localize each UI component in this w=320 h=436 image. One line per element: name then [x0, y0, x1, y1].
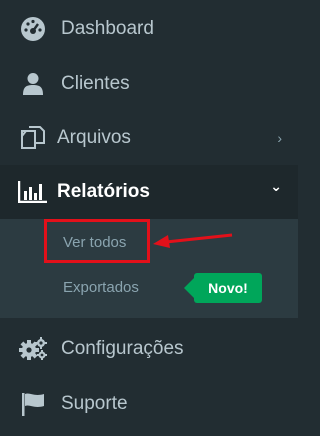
sidebar-item-label: Relatórios [57, 181, 150, 202]
sidebar-item-configuracoes[interactable]: Configurações [0, 322, 298, 376]
files-icon [18, 123, 48, 153]
sidebar-item-label: Configurações [61, 338, 184, 359]
submenu-item-exportados[interactable]: Exportados [63, 279, 139, 296]
sidebar-item-relatorios[interactable]: Relatórios ⌄ [0, 165, 298, 219]
new-badge: Novo! [184, 273, 262, 303]
gears-icon [18, 334, 48, 364]
dashboard-icon [18, 14, 48, 44]
user-icon [18, 69, 48, 99]
sidebar-item-label: Dashboard [61, 18, 154, 39]
annotation-highlight-box [44, 219, 150, 263]
flag-icon [18, 389, 48, 419]
chevron-down-icon: ⌄ [270, 178, 282, 194]
sidebar-item-dashboard[interactable]: Dashboard [0, 2, 298, 56]
sidebar-item-label: Clientes [61, 73, 130, 94]
sidebar-item-label: Arquivos [57, 127, 131, 148]
sidebar-item-arquivos[interactable]: Arquivos › [0, 111, 298, 165]
chevron-right-icon: › [277, 130, 282, 146]
sidebar: Dashboard Clientes Arquivos › Relatórios… [0, 0, 298, 436]
sidebar-item-suporte[interactable]: Suporte [0, 377, 298, 431]
sidebar-item-clientes[interactable]: Clientes [0, 57, 298, 111]
bar-chart-icon [18, 177, 48, 207]
sidebar-item-label: Suporte [61, 393, 128, 414]
annotation-arrow [153, 233, 233, 248]
